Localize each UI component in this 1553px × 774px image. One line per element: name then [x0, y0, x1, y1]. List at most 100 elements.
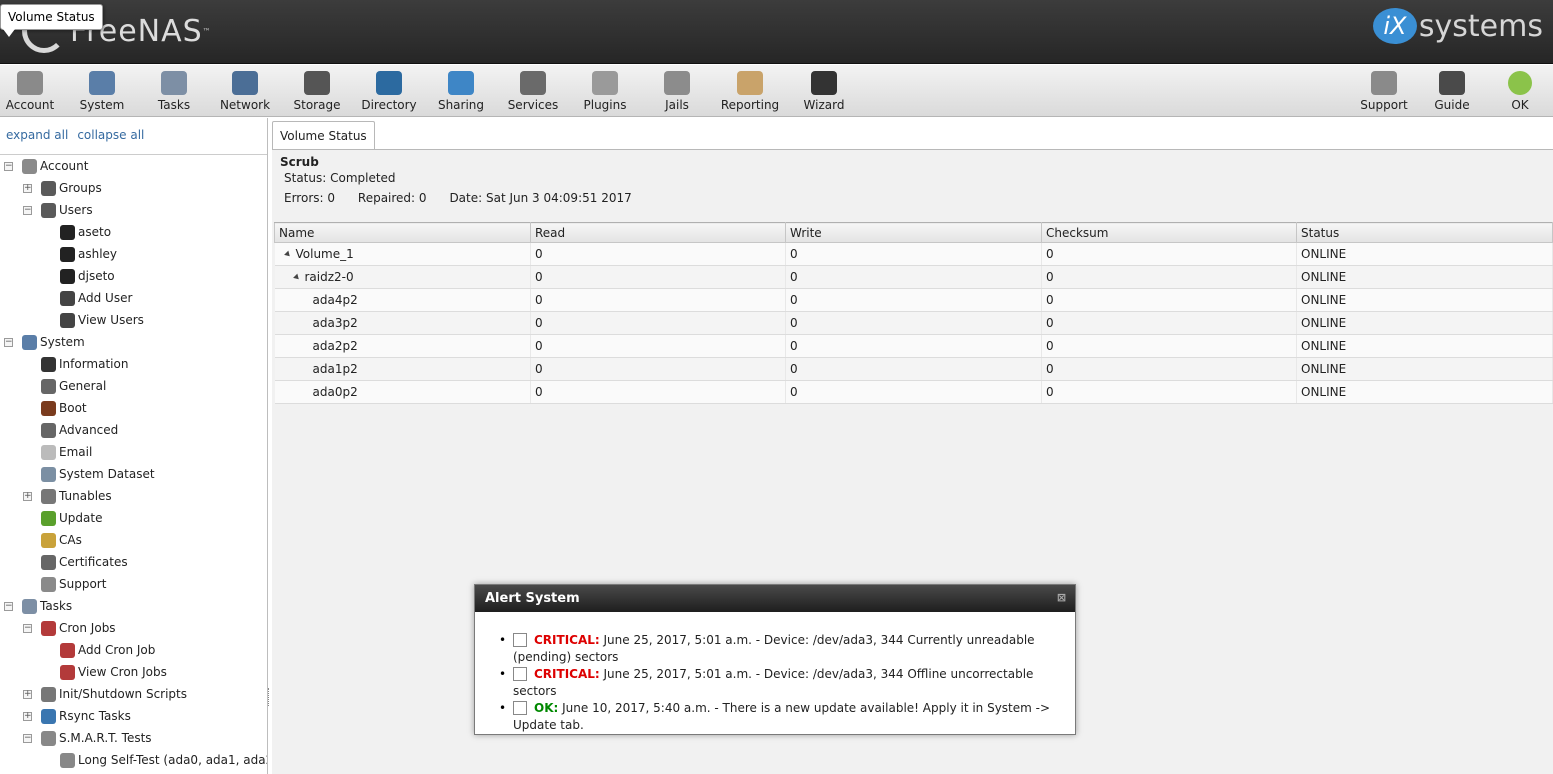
- collapse-all-link[interactable]: collapse all: [77, 128, 144, 142]
- toolbar-ok-button[interactable]: OK: [1486, 65, 1553, 117]
- tree-item-aseto[interactable]: aseto: [0, 221, 267, 243]
- tree-item-rsync-tasks[interactable]: + Rsync Tasks: [0, 705, 267, 727]
- tree-item-long-self-test-ada0-ada1-ada2[interactable]: Long Self-Test (ada0, ada1, ada2...: [0, 749, 267, 771]
- tree-item-advanced[interactable]: Advanced: [0, 419, 267, 441]
- expand-icon[interactable]: +: [23, 183, 32, 193]
- alert-dialog-titlebar[interactable]: Alert System ⊠: [475, 585, 1075, 612]
- table-row[interactable]: ada3p2 0 0 0 ONLINE: [274, 311, 1553, 335]
- tree-item-view-cron-jobs[interactable]: View Cron Jobs: [0, 661, 267, 683]
- toolbar-label: Storage: [293, 98, 341, 112]
- tree-item-djseto[interactable]: djseto: [0, 265, 267, 287]
- tree-item-update[interactable]: Update: [0, 507, 267, 529]
- cell-read: 0: [530, 334, 786, 358]
- dismiss-alert-checkbox[interactable]: [513, 701, 527, 715]
- column-header-checksum[interactable]: Checksum: [1041, 222, 1297, 243]
- collapse-icon[interactable]: −: [4, 601, 13, 611]
- navigation-tree: − Account + Groups − Users aseto ashley djseto Ad…: [0, 155, 267, 771]
- scrub-errors: Errors: 0: [284, 191, 335, 205]
- alert-item: OK: June 10, 2017, 5:40 a.m. - There is …: [499, 700, 1073, 734]
- tree-item-ashley[interactable]: ashley: [0, 243, 267, 265]
- toolbar-jails-button[interactable]: Jails: [643, 65, 711, 117]
- support-icon: [41, 576, 56, 592]
- tree-item-groups[interactable]: + Groups: [0, 177, 267, 199]
- expand-icon[interactable]: +: [23, 689, 32, 699]
- device-name: ada0p2: [312, 385, 358, 399]
- tree-item-label: Boot: [59, 401, 87, 415]
- tree-item-label: View Users: [78, 313, 144, 327]
- expand-icon[interactable]: +: [23, 491, 32, 501]
- tree-collapse-icon[interactable]: [292, 273, 301, 282]
- directory-icon: [376, 71, 402, 95]
- tree-item-support[interactable]: Support: [0, 573, 267, 595]
- cell-name: ada0p2: [274, 380, 531, 404]
- toolbar-services-button[interactable]: Services: [499, 65, 567, 117]
- tasks-icon: [22, 598, 37, 614]
- toolbar-support-button[interactable]: Support: [1350, 65, 1418, 117]
- tree-item-system-dataset[interactable]: System Dataset: [0, 463, 267, 485]
- tree-item-label: Certificates: [59, 555, 128, 569]
- tree-item-tasks[interactable]: − Tasks: [0, 595, 267, 617]
- expand-icon[interactable]: +: [23, 711, 32, 721]
- cell-checksum: 0: [1041, 311, 1297, 335]
- expand-all-link[interactable]: expand all: [6, 128, 68, 142]
- column-header-write[interactable]: Write: [785, 222, 1042, 243]
- collapse-icon[interactable]: −: [23, 733, 32, 743]
- toolbar-network-button[interactable]: Network: [211, 65, 279, 117]
- close-icon[interactable]: ⊠: [1056, 592, 1067, 603]
- table-header-row: Name Read Write Checksum Status: [274, 222, 1553, 243]
- dismiss-alert-checkbox[interactable]: [513, 633, 527, 647]
- certificate-icon: [41, 554, 56, 570]
- ixsystems-logo-text: systems: [1418, 8, 1543, 44]
- toolbar-plugins-button[interactable]: Plugins: [571, 65, 639, 117]
- toolbar-tasks-button[interactable]: Tasks: [140, 65, 208, 117]
- panel-splitter-handle[interactable]: [268, 688, 270, 706]
- tree-item-information[interactable]: Information: [0, 353, 267, 375]
- column-header-status[interactable]: Status: [1296, 222, 1553, 243]
- toolbar-system-button[interactable]: System: [68, 65, 136, 117]
- toolbar-reporting-button[interactable]: Reporting: [716, 65, 784, 117]
- tree-item-init-shutdown-scripts[interactable]: + Init/Shutdown Scripts: [0, 683, 267, 705]
- tab-volume-status[interactable]: Volume Status: [272, 121, 375, 149]
- tree-item-certificates[interactable]: Certificates: [0, 551, 267, 573]
- tree-item-cas[interactable]: CAs: [0, 529, 267, 551]
- tree-item-account[interactable]: − Account: [0, 155, 267, 177]
- column-header-read[interactable]: Read: [530, 222, 786, 243]
- collapse-icon[interactable]: −: [4, 337, 13, 347]
- table-row[interactable]: ada2p2 0 0 0 ONLINE: [274, 334, 1553, 358]
- tree-item-view-users[interactable]: View Users: [0, 309, 267, 331]
- tree-item-add-user[interactable]: Add User: [0, 287, 267, 309]
- toolbar-account-button[interactable]: Account: [0, 65, 64, 117]
- toolbar-storage-button[interactable]: Storage: [283, 65, 351, 117]
- collapse-icon[interactable]: −: [23, 205, 32, 215]
- ix-badge-icon: iX: [1372, 8, 1417, 44]
- column-header-name[interactable]: Name: [274, 222, 531, 243]
- tree-item-system[interactable]: − System: [0, 331, 267, 353]
- tree-item-s-m-a-r-t-tests[interactable]: − S.M.A.R.T. Tests: [0, 727, 267, 749]
- tree-item-email[interactable]: Email: [0, 441, 267, 463]
- toolbar-directory-button[interactable]: Directory: [355, 65, 423, 117]
- toolbar-wizard-button[interactable]: Wizard: [790, 65, 858, 117]
- info-icon: [41, 356, 56, 372]
- collapse-icon[interactable]: −: [4, 161, 13, 171]
- table-row[interactable]: ada0p2 0 0 0 ONLINE: [274, 380, 1553, 404]
- tree-item-general[interactable]: General: [0, 375, 267, 397]
- table-row[interactable]: raidz2-0 0 0 0 ONLINE: [274, 265, 1553, 289]
- tree-item-tunables[interactable]: + Tunables: [0, 485, 267, 507]
- collapse-icon[interactable]: −: [23, 623, 32, 633]
- tree-item-add-cron-job[interactable]: Add Cron Job: [0, 639, 267, 661]
- toolbar-guide-button[interactable]: Guide: [1418, 65, 1486, 117]
- tree-item-cron-jobs[interactable]: − Cron Jobs: [0, 617, 267, 639]
- tree-item-users[interactable]: − Users: [0, 199, 267, 221]
- tree-item-boot[interactable]: Boot: [0, 397, 267, 419]
- table-row[interactable]: ada1p2 0 0 0 ONLINE: [274, 357, 1553, 381]
- cell-write: 0: [785, 380, 1042, 404]
- dismiss-alert-checkbox[interactable]: [513, 667, 527, 681]
- tree-collapse-icon[interactable]: [283, 250, 292, 259]
- device-name: raidz2-0: [304, 270, 354, 284]
- table-row[interactable]: Volume_1 0 0 0 ONLINE: [274, 242, 1553, 266]
- cell-status: ONLINE: [1296, 242, 1553, 266]
- toolbar-sharing-button[interactable]: Sharing: [427, 65, 495, 117]
- toolbar-label: Jails: [665, 98, 689, 112]
- table-row[interactable]: ada4p2 0 0 0 ONLINE: [274, 288, 1553, 312]
- ixsystems-logo: iX systems: [1372, 8, 1543, 44]
